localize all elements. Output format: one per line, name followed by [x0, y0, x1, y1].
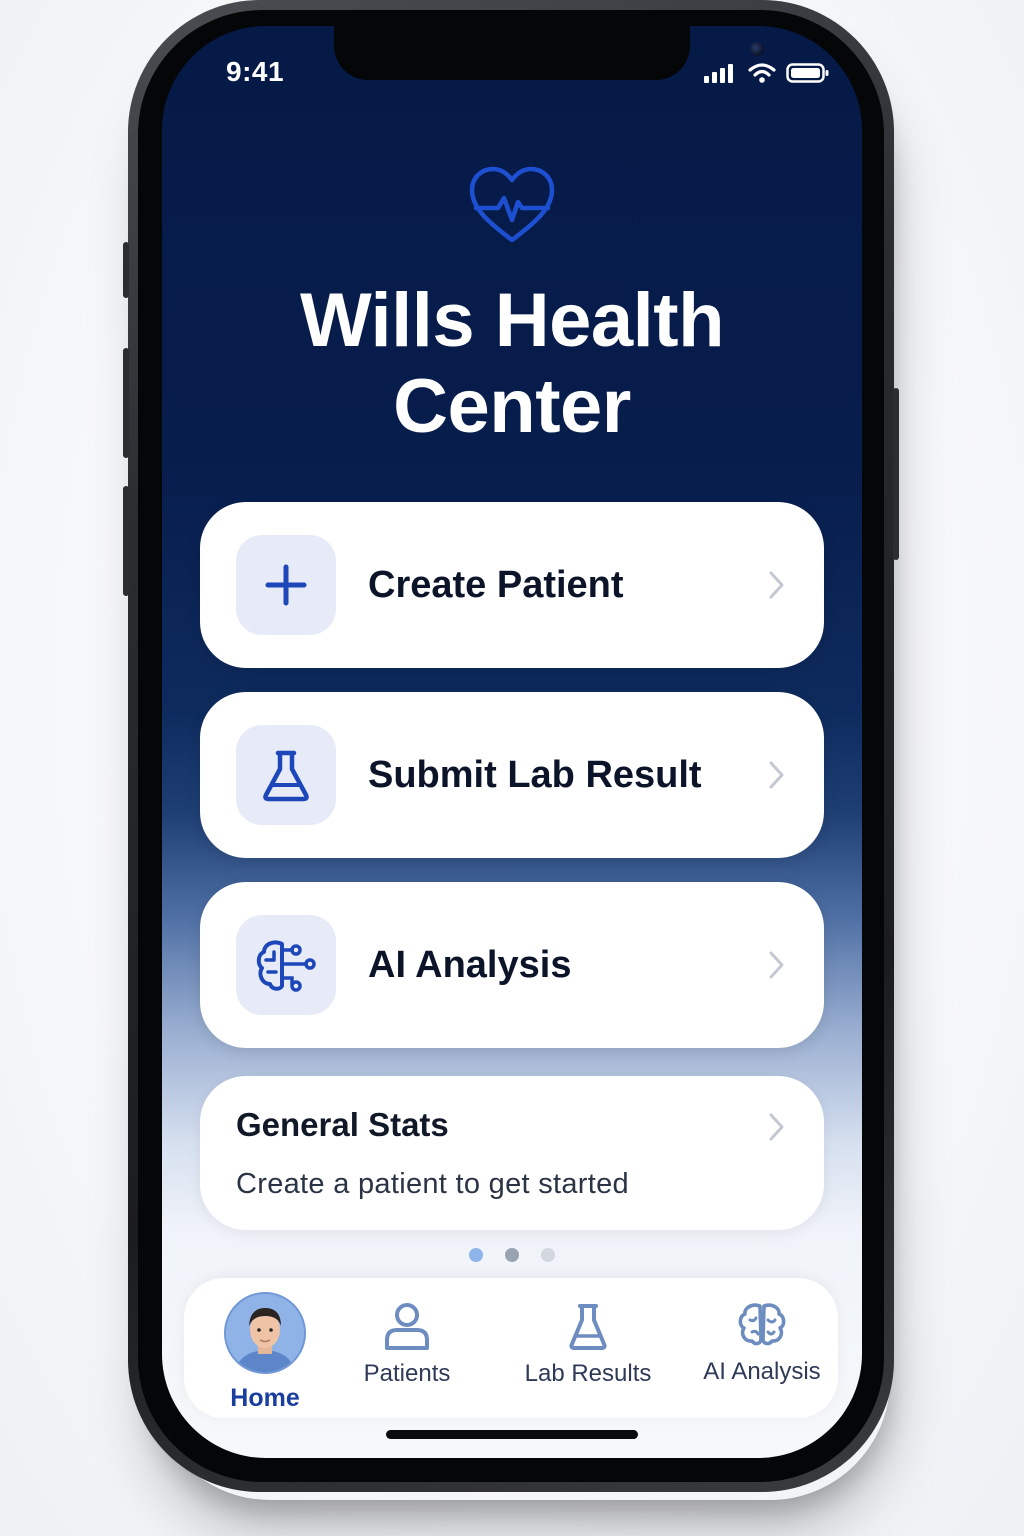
front-camera [750, 42, 764, 56]
tab-home[interactable]: Home [222, 1292, 308, 1432]
volume-up-button [123, 348, 129, 458]
page-title: Wills Health Center [162, 278, 862, 450]
tab-lab-results[interactable]: Lab Results [514, 1302, 662, 1442]
tab-home-label: Home [230, 1384, 300, 1412]
stats-subtitle: Create a patient to get started [236, 1168, 629, 1200]
app-screen: 9:41 Wills Health Center Create Patient … [162, 26, 862, 1458]
ai-analysis-card[interactable]: AI Analysis [200, 882, 824, 1048]
volume-down-button [123, 486, 129, 596]
signal-icon [704, 64, 733, 83]
card-icon-box [236, 915, 336, 1015]
chevron-right-icon [769, 761, 784, 789]
power-button [893, 388, 899, 560]
canvas: 9:41 Wills Health Center Create Patient … [0, 0, 1024, 1536]
tab-bar: Home Patients Lab Results AI Analysis [184, 1278, 838, 1418]
plus-icon [265, 564, 307, 606]
submit-lab-result-card[interactable]: Submit Lab Result [200, 692, 824, 858]
status-icons [704, 62, 830, 84]
page-indicator [162, 1248, 862, 1262]
chevron-right-icon [769, 1113, 784, 1141]
title-line-1: Wills Health [299, 278, 725, 363]
notch [334, 26, 764, 80]
page-dot-3[interactable] [541, 1248, 555, 1262]
tab-patients-label: Patients [363, 1360, 451, 1387]
stats-title: General Stats [236, 1106, 449, 1143]
title-line-2: Center [393, 364, 631, 449]
flask-icon [569, 1304, 607, 1350]
page-dot-1[interactable] [469, 1248, 483, 1262]
brain-circuit-icon [256, 940, 316, 992]
wifi-icon [748, 63, 776, 83]
create-patient-card[interactable]: Create Patient [200, 502, 824, 668]
submit-lab-result-label: Submit Lab Result [368, 754, 702, 796]
tab-lab-results-label: Lab Results [524, 1360, 652, 1387]
chevron-right-icon [769, 571, 784, 599]
battery-icon [786, 63, 829, 83]
general-stats-card[interactable]: General Stats Create a patient to get st… [200, 1076, 824, 1230]
card-icon-box [236, 535, 336, 635]
mute-switch [123, 242, 129, 298]
tab-patients[interactable]: Patients [350, 1302, 464, 1442]
home-indicator[interactable] [386, 1430, 638, 1439]
person-icon [385, 1303, 429, 1350]
chevron-right-icon [769, 951, 784, 979]
ai-analysis-label: AI Analysis [368, 944, 572, 986]
card-icon-box [236, 725, 336, 825]
page-dot-2[interactable] [505, 1248, 519, 1262]
heart-pulse-icon [469, 166, 555, 243]
brain-icon [738, 1303, 786, 1346]
status-time: 9:41 [226, 56, 285, 87]
avatar [224, 1292, 306, 1374]
create-patient-label: Create Patient [368, 564, 624, 606]
tab-ai-analysis-label: AI Analysis [703, 1358, 821, 1385]
tab-ai-analysis[interactable]: AI Analysis [694, 1302, 830, 1442]
avatar-portrait [226, 1294, 304, 1372]
flask-icon [263, 750, 309, 802]
